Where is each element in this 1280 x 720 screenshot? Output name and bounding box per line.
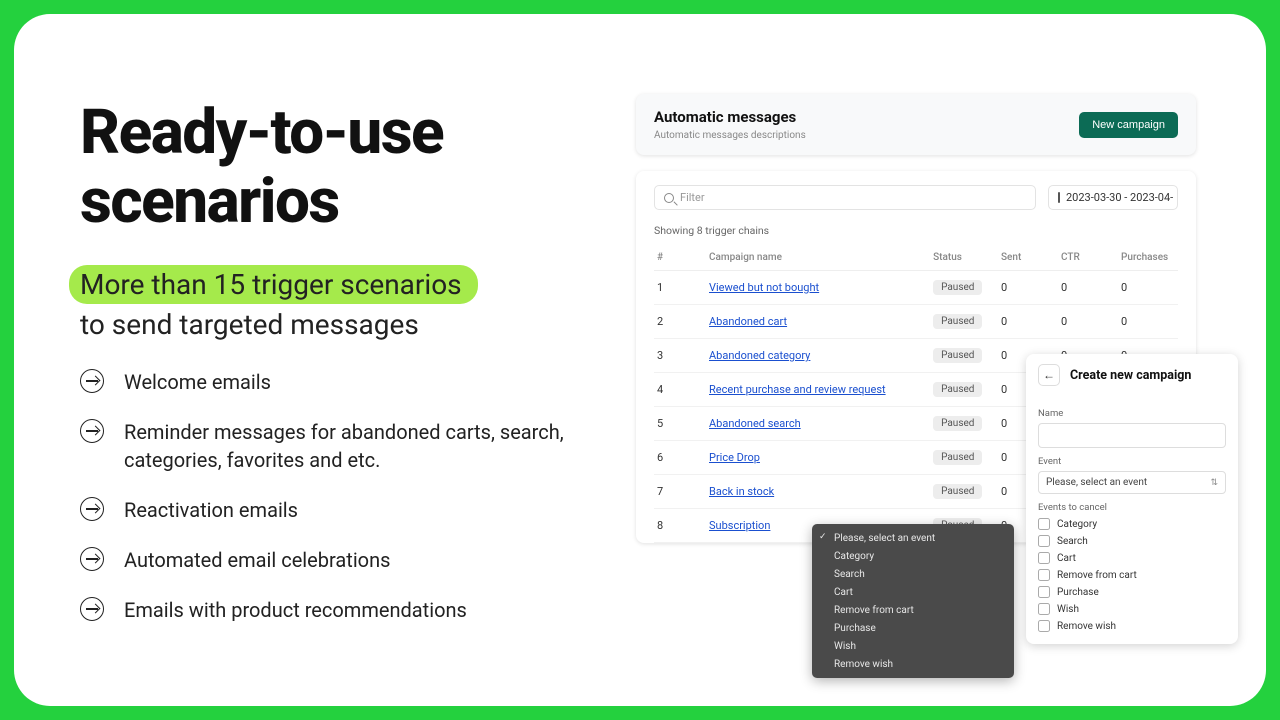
- page-title: Ready-to-usescenarios: [80, 98, 580, 237]
- arrow-circle-icon: [80, 419, 104, 443]
- dropdown-option[interactable]: Search: [812, 565, 1014, 583]
- search-icon: [664, 193, 674, 203]
- dropdown-option[interactable]: Purchase: [812, 619, 1014, 637]
- cancel-event-option[interactable]: Purchase: [1038, 586, 1226, 598]
- feature-item: Reactivation emails: [80, 496, 580, 524]
- status-badge: Paused: [933, 348, 982, 363]
- status-badge: Paused: [933, 382, 982, 397]
- dropdown-option[interactable]: Category: [812, 547, 1014, 565]
- section-title: Automatic messages: [654, 108, 806, 126]
- events-to-cancel-label: Events to cancel: [1038, 502, 1226, 513]
- checkbox-icon: [1038, 569, 1050, 581]
- arrow-circle-icon: [80, 547, 104, 571]
- campaign-link[interactable]: Abandoned category: [709, 349, 810, 362]
- status-badge: Paused: [933, 314, 982, 329]
- dropdown-option[interactable]: Cart: [812, 583, 1014, 601]
- checkbox-icon: [1038, 552, 1050, 564]
- campaign-link[interactable]: Price Drop: [709, 451, 760, 464]
- cancel-event-option[interactable]: Wish: [1038, 603, 1226, 615]
- filter-input[interactable]: Filter: [654, 185, 1036, 210]
- header-card: Automatic messages Automatic messages de…: [636, 94, 1196, 155]
- calendar-icon: [1058, 192, 1060, 203]
- status-badge: Paused: [933, 450, 982, 465]
- feature-item: Welcome emails: [80, 368, 580, 396]
- checkbox-icon: [1038, 620, 1050, 632]
- campaign-link[interactable]: Back in stock: [709, 485, 774, 498]
- checkbox-icon: [1038, 603, 1050, 615]
- name-label: Name: [1038, 408, 1226, 419]
- campaign-link[interactable]: Viewed but not bought: [709, 281, 819, 294]
- arrow-circle-icon: [80, 597, 104, 621]
- feature-item: Emails with product recommendations: [80, 596, 580, 624]
- cancel-event-option[interactable]: Category: [1038, 518, 1226, 530]
- tagline: More than 15 trigger scenarios to send t…: [80, 265, 580, 345]
- table-row: 1Viewed but not boughtPaused000: [654, 271, 1178, 305]
- status-badge: Paused: [933, 280, 982, 295]
- cancel-event-option[interactable]: Remove wish: [1038, 620, 1226, 632]
- chevron-updown-icon: ⇅: [1210, 478, 1218, 488]
- campaign-link[interactable]: Abandoned cart: [709, 315, 787, 328]
- name-field[interactable]: [1038, 423, 1226, 448]
- cancel-event-option[interactable]: Remove from cart: [1038, 569, 1226, 581]
- arrow-circle-icon: [80, 369, 104, 393]
- event-label: Event: [1038, 456, 1226, 467]
- date-range-picker[interactable]: 2023-03-30 - 2023-04-: [1048, 185, 1178, 210]
- event-dropdown[interactable]: Please, select an eventCategorySearchCar…: [812, 524, 1014, 678]
- new-campaign-button[interactable]: New campaign: [1079, 112, 1178, 138]
- campaign-link[interactable]: Abandoned search: [709, 417, 801, 430]
- table-row: 2Abandoned cartPaused000: [654, 305, 1178, 339]
- panel-title: Create new campaign: [1070, 368, 1191, 383]
- checkbox-icon: [1038, 535, 1050, 547]
- status-badge: Paused: [933, 416, 982, 431]
- dropdown-option[interactable]: Remove wish: [812, 655, 1014, 673]
- checkbox-icon: [1038, 518, 1050, 530]
- results-count: Showing 8 trigger chains: [654, 224, 1178, 237]
- section-subtitle: Automatic messages descriptions: [654, 130, 806, 141]
- dropdown-option[interactable]: Wish: [812, 637, 1014, 655]
- dropdown-option[interactable]: Remove from cart: [812, 601, 1014, 619]
- feature-item: Reminder messages for abandoned carts, s…: [80, 418, 580, 474]
- cancel-event-option[interactable]: Cart: [1038, 552, 1226, 564]
- event-select[interactable]: Please, select an event ⇅: [1038, 471, 1226, 494]
- checkbox-icon: [1038, 586, 1050, 598]
- dropdown-option[interactable]: Please, select an event: [812, 529, 1014, 547]
- campaign-link[interactable]: Recent purchase and review request: [709, 383, 886, 396]
- feature-item: Automated email celebrations: [80, 546, 580, 574]
- status-badge: Paused: [933, 484, 982, 499]
- create-campaign-panel: ← Create new campaign Name Event Please,…: [1026, 354, 1238, 644]
- back-button[interactable]: ←: [1038, 364, 1060, 386]
- campaign-link[interactable]: Subscription: [709, 519, 770, 532]
- arrow-circle-icon: [80, 497, 104, 521]
- cancel-event-option[interactable]: Search: [1038, 535, 1226, 547]
